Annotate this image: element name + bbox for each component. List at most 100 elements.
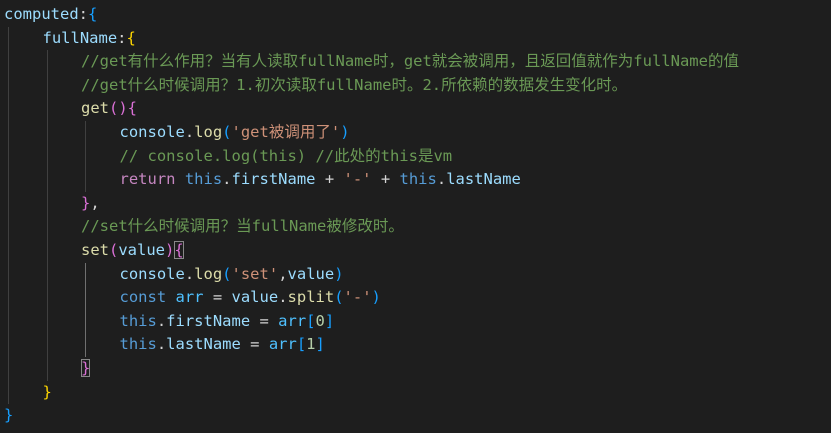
code-line[interactable]: get(){ bbox=[0, 97, 831, 121]
code-token: 1 bbox=[306, 335, 316, 354]
indent-guide bbox=[46, 144, 48, 169]
code-token: ) bbox=[165, 240, 175, 259]
indent-guide bbox=[46, 168, 48, 192]
code-token: return bbox=[119, 170, 176, 189]
code-token: firstName bbox=[166, 311, 251, 330]
indent-guide bbox=[46, 356, 48, 381]
code-token: log bbox=[194, 122, 223, 141]
code-line[interactable]: //get什么时候调用？1.初次读取fullName时。2.所依赖的数据发生变化… bbox=[0, 73, 831, 98]
code-token: . bbox=[184, 122, 195, 141]
code-token: . bbox=[156, 335, 167, 354]
code-token: console bbox=[119, 122, 185, 141]
indent-guide bbox=[8, 50, 9, 74]
code-token: '-' bbox=[343, 288, 372, 307]
code-line[interactable]: const arr = value.split('-') bbox=[0, 286, 831, 310]
code-line[interactable]: console.log('set',value) bbox=[0, 262, 831, 287]
code-token: this bbox=[119, 311, 157, 330]
indent-guide bbox=[85, 286, 86, 310]
code-token: ) bbox=[371, 288, 381, 307]
code-token: = bbox=[203, 288, 232, 307]
code-token: get bbox=[81, 99, 109, 118]
indent-guide bbox=[85, 144, 86, 169]
indent-guide bbox=[85, 262, 86, 287]
code-line[interactable]: set(value){ bbox=[0, 238, 831, 263]
code-token: this bbox=[399, 170, 437, 189]
code-token: set bbox=[81, 240, 109, 259]
indent-guide bbox=[8, 97, 9, 121]
code-token: value bbox=[118, 240, 166, 259]
code-token: lastName bbox=[166, 335, 241, 354]
code-token: 'set' bbox=[231, 264, 279, 283]
indent-guide bbox=[85, 168, 86, 192]
code-line[interactable]: this.lastName = arr[1] bbox=[0, 333, 831, 357]
indent-guide bbox=[8, 215, 9, 239]
code-token: + bbox=[371, 170, 400, 189]
code-token: lastName bbox=[446, 170, 521, 189]
code-token: log bbox=[194, 264, 223, 283]
code-token: arr bbox=[268, 335, 297, 354]
code-token: } bbox=[42, 382, 52, 401]
indent-guide bbox=[46, 191, 48, 216]
code-token: ( bbox=[222, 122, 232, 141]
code-token: . bbox=[184, 264, 195, 283]
indent-guide bbox=[46, 333, 48, 357]
code-token: ) bbox=[340, 122, 350, 141]
indent-guide bbox=[85, 309, 86, 334]
code-token: 0 bbox=[315, 311, 325, 330]
indent-guide bbox=[46, 50, 48, 74]
indent-guide bbox=[46, 262, 48, 287]
indent-guide bbox=[8, 333, 9, 357]
code-line[interactable]: this.firstName = arr[0] bbox=[0, 309, 831, 334]
code-line[interactable]: //set什么时候调用？当fullName被修改时。 bbox=[0, 215, 831, 239]
indent-guide bbox=[8, 26, 9, 51]
code-token: ] bbox=[324, 311, 335, 330]
indent-guide bbox=[8, 238, 9, 263]
code-token: arr bbox=[278, 311, 307, 330]
code-line[interactable]: computed:{ bbox=[0, 3, 831, 27]
code-token: split bbox=[287, 288, 335, 307]
code-token: { bbox=[127, 99, 138, 118]
indent-guide bbox=[46, 120, 48, 145]
code-token: ] bbox=[315, 335, 325, 354]
code-token: console bbox=[119, 264, 185, 283]
code-line[interactable]: return this.firstName + '-' + this.lastN… bbox=[0, 168, 831, 192]
code-token: ( bbox=[222, 264, 232, 283]
code-token: . bbox=[278, 288, 288, 307]
code-token: : bbox=[117, 28, 127, 47]
code-token: this bbox=[184, 170, 223, 189]
code-token: ) bbox=[334, 264, 344, 283]
indent-guide bbox=[46, 238, 48, 263]
matched-bracket: } bbox=[81, 358, 91, 377]
indent-guide bbox=[46, 97, 48, 121]
code-line[interactable]: } bbox=[0, 404, 831, 428]
code-line[interactable]: // console.log(this) //此处的this是vm bbox=[0, 144, 831, 169]
code-line[interactable]: fullName:{ bbox=[0, 26, 831, 51]
code-editor[interactable]: computed:{fullName:{//get有什么作用？当有人读取full… bbox=[0, 0, 831, 433]
code-line[interactable]: }, bbox=[0, 191, 831, 216]
indent-guide bbox=[8, 144, 9, 169]
code-line[interactable]: //get有什么作用？当有人读取fullName时，get就会被调用，且返回值就… bbox=[0, 50, 831, 74]
code-token: //get有什么作用？当有人读取fullName时，get就会被调用，且返回值就… bbox=[81, 52, 739, 71]
code-token: [ bbox=[306, 311, 316, 330]
code-token: . bbox=[436, 170, 447, 189]
code-line[interactable]: } bbox=[0, 380, 831, 405]
code-token: } bbox=[4, 406, 14, 425]
code-token: : bbox=[78, 5, 88, 23]
code-token: arr bbox=[175, 288, 204, 307]
code-token: [ bbox=[296, 335, 307, 354]
indent-guide bbox=[85, 120, 86, 145]
code-token: fullName bbox=[42, 28, 118, 47]
code-token: , bbox=[90, 193, 100, 212]
code-token: ( bbox=[334, 288, 344, 307]
indent-guide bbox=[8, 356, 9, 381]
indent-guide bbox=[8, 73, 9, 98]
code-line[interactable]: console.log('get被调用了') bbox=[0, 120, 831, 145]
code-token: . bbox=[222, 170, 232, 189]
code-token: () bbox=[109, 99, 128, 118]
indent-guide bbox=[8, 191, 9, 216]
code-token: 'get被调用了' bbox=[231, 122, 341, 141]
code-line[interactable]: } bbox=[0, 356, 831, 381]
indent-guide bbox=[8, 286, 9, 310]
code-token: this bbox=[119, 335, 157, 354]
code-token: firstName bbox=[231, 170, 316, 189]
